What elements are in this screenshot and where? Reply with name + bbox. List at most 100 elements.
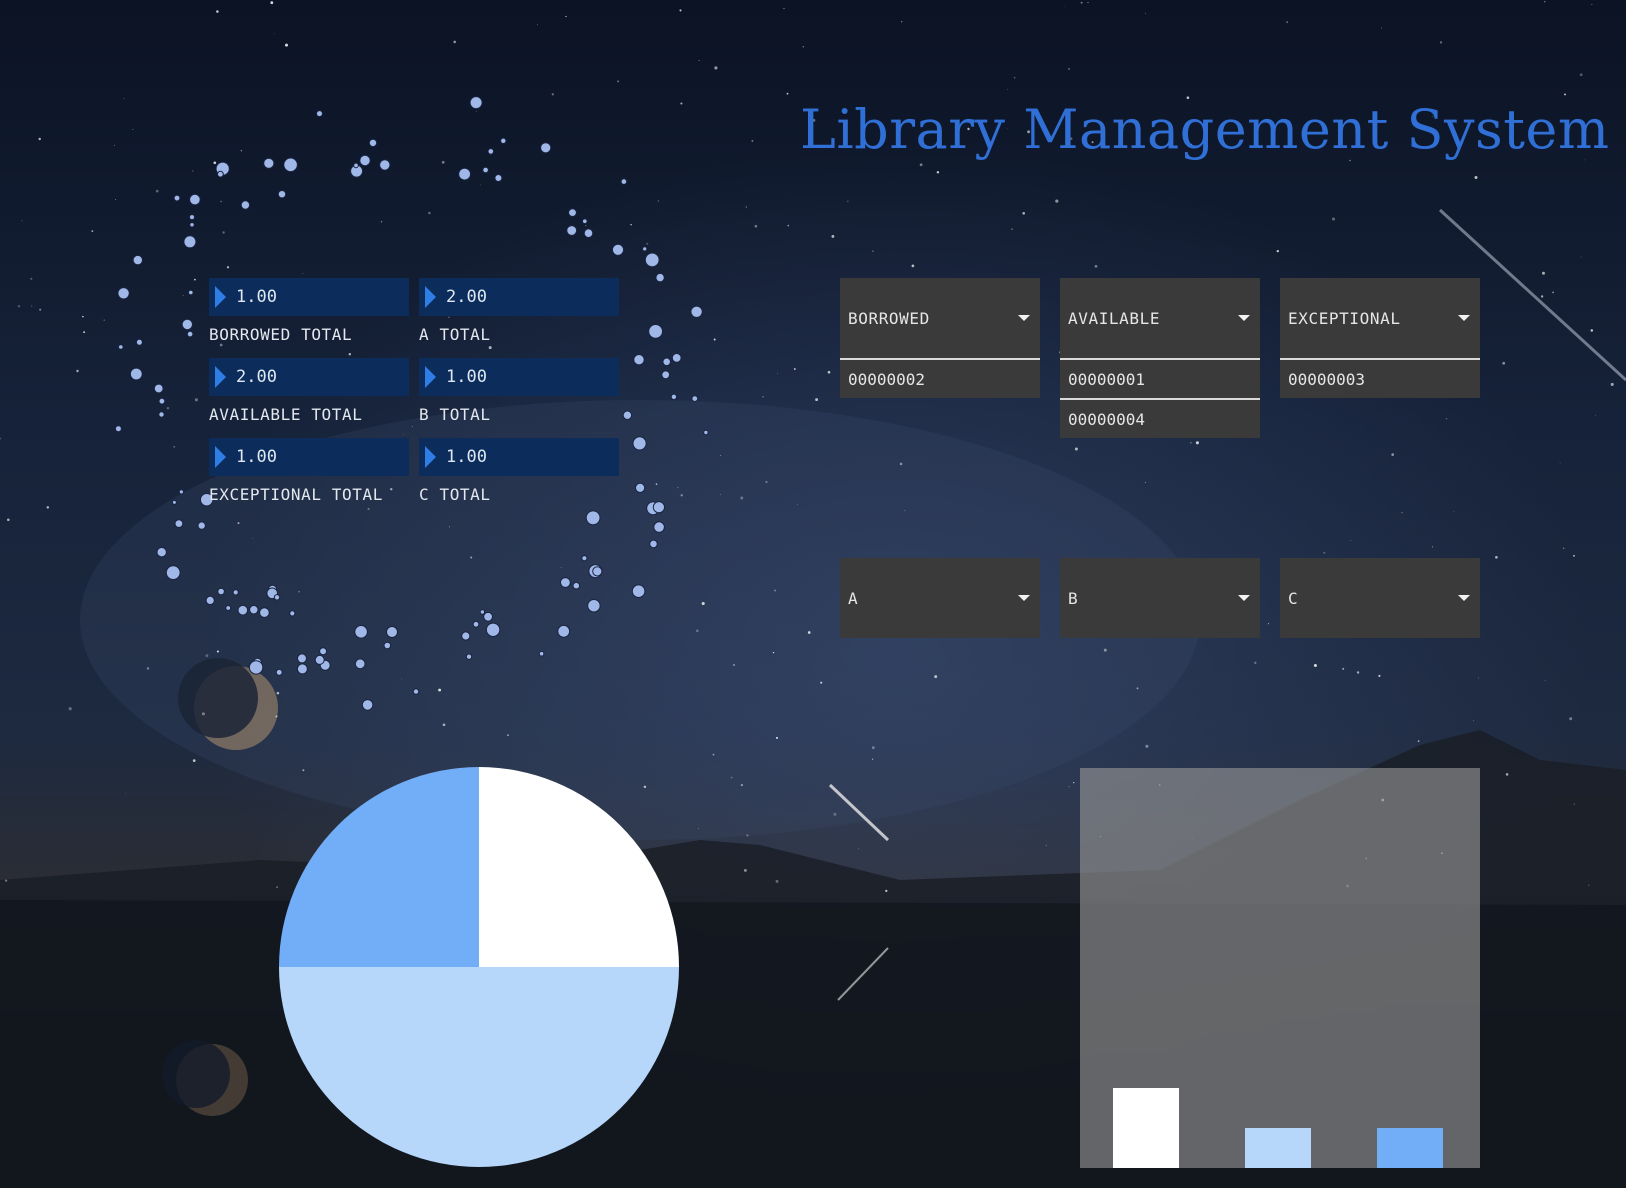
- star: [646, 242, 649, 245]
- category-a-dropdown[interactable]: A: [840, 558, 1040, 638]
- borrowed-list-item[interactable]: 00000002: [840, 360, 1040, 398]
- star: [787, 224, 790, 227]
- star: [714, 66, 718, 70]
- pie-slice-1: [279, 967, 679, 1167]
- star: [275, 715, 278, 718]
- star: [298, 591, 300, 593]
- star: [733, 664, 735, 666]
- category-c-dropdown[interactable]: C: [1280, 558, 1480, 638]
- a-total-value: 2.00: [419, 278, 619, 316]
- caret-down-icon: [1238, 315, 1250, 321]
- star: [754, 224, 758, 228]
- star: [442, 723, 446, 727]
- dropdown-label: C: [1288, 588, 1299, 608]
- star: [1313, 664, 1317, 667]
- star: [751, 139, 754, 142]
- available-dropdown[interactable]: AVAILABLE: [1060, 278, 1260, 358]
- star: [1401, 511, 1403, 514]
- star: [0, 437, 2, 440]
- star: [273, 33, 275, 35]
- star: [68, 707, 72, 711]
- a-total-label: A TOTAL: [419, 325, 491, 344]
- star: [934, 675, 938, 679]
- star: [872, 250, 874, 252]
- bubble: [217, 170, 224, 178]
- star: [701, 601, 705, 606]
- star: [237, 522, 240, 525]
- star: [796, 504, 798, 506]
- star: [745, 206, 747, 208]
- star: [507, 734, 509, 737]
- star: [21, 220, 23, 222]
- star: [4, 879, 8, 882]
- bubble: [319, 647, 328, 656]
- caret-down-icon: [1018, 595, 1030, 601]
- star: [155, 189, 159, 193]
- bar-2: [1377, 1128, 1443, 1168]
- available-total-label: AVAILABLE TOTAL: [209, 405, 363, 424]
- triangle-icon: [215, 366, 226, 388]
- pie-chart: [279, 767, 679, 1167]
- bubble: [129, 367, 143, 381]
- star: [192, 759, 196, 762]
- bubble: [691, 395, 699, 403]
- bubble: [237, 604, 249, 616]
- available-list-item[interactable]: 00000004: [1060, 400, 1260, 438]
- bubble: [156, 547, 167, 558]
- bubble: [655, 272, 665, 283]
- star: [1145, 12, 1147, 14]
- pie-slice-2: [279, 767, 479, 967]
- star: [1103, 648, 1107, 652]
- star: [1588, 884, 1590, 886]
- category-b-dropdown[interactable]: B: [1060, 558, 1260, 638]
- bar-chart: [1113, 1088, 1443, 1168]
- pie-slice-0: [479, 767, 679, 967]
- bubble: [583, 228, 594, 238]
- star: [740, 496, 744, 500]
- star: [220, 200, 222, 203]
- bubble: [189, 214, 195, 221]
- star: [679, 9, 682, 12]
- caret-down-icon: [1458, 315, 1470, 321]
- exceptional-dropdown[interactable]: EXCEPTIONAL: [1280, 278, 1480, 358]
- bubble: [662, 357, 672, 367]
- star: [775, 879, 779, 883]
- star: [1074, 447, 1078, 451]
- star: [7, 518, 10, 522]
- bubble: [379, 159, 391, 171]
- bubble: [482, 166, 489, 174]
- star: [657, 200, 660, 202]
- bubble: [296, 663, 308, 675]
- bubble: [135, 338, 143, 346]
- borrowed-dropdown[interactable]: BORROWED: [840, 278, 1040, 358]
- star: [1068, 67, 1070, 70]
- star: [1045, 844, 1047, 846]
- exceptional-list-item[interactable]: 00000003: [1280, 360, 1480, 398]
- borrowed-total-label: BORROWED TOTAL: [209, 325, 353, 344]
- available-list-item[interactable]: 00000001: [1060, 360, 1260, 398]
- star: [438, 688, 442, 692]
- bubble: [361, 699, 374, 711]
- bubble: [240, 200, 251, 210]
- star: [698, 60, 700, 61]
- star: [1145, 744, 1149, 748]
- bubble: [642, 246, 648, 252]
- bubble: [653, 521, 665, 533]
- caret-down-icon: [1238, 595, 1250, 601]
- bubble: [582, 218, 588, 224]
- stat-number: 2.00: [236, 367, 277, 387]
- star: [1055, 199, 1059, 203]
- bubble: [178, 489, 184, 495]
- star: [1439, 41, 1443, 44]
- bubble: [189, 222, 195, 228]
- star: [270, 1, 274, 5]
- star: [123, 98, 125, 100]
- c-total-label: C TOTAL: [419, 485, 491, 504]
- star: [919, 163, 923, 167]
- bubble: [249, 605, 259, 615]
- star: [182, 294, 184, 296]
- bubble: [622, 410, 633, 420]
- star: [730, 776, 733, 779]
- star: [815, 398, 819, 402]
- bubble: [649, 539, 658, 549]
